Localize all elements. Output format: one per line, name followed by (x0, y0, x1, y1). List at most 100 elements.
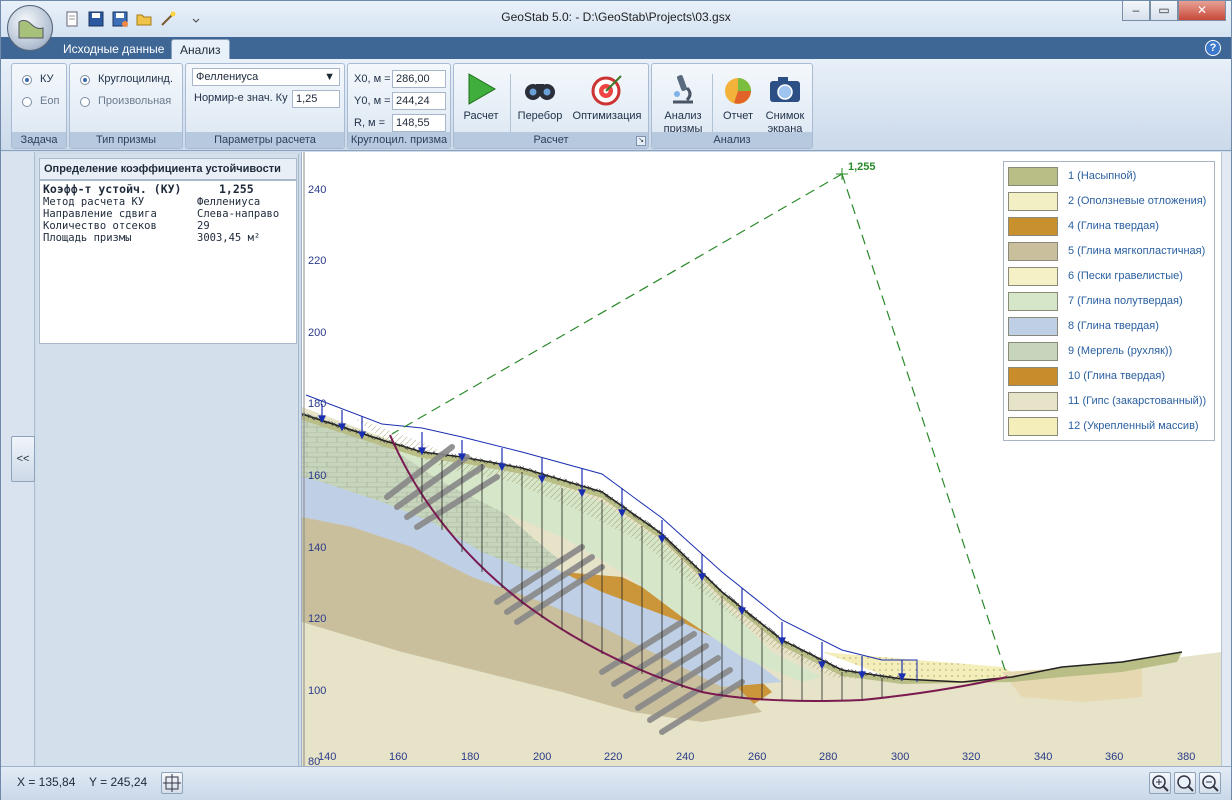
quick-access-dropdown-icon[interactable] (191, 13, 201, 31)
status-y-coordinate: Y = 245,24 (89, 775, 148, 789)
group-task: КУ Eоп Задача (11, 63, 67, 149)
dialog-launcher-icon[interactable]: ↘ (636, 136, 646, 146)
cross-section-canvas[interactable]: 1,255 240 220 200 180 160 140 120 100 80… (301, 152, 1221, 766)
x-tick-label: 280 (819, 751, 837, 763)
zoom-fit-button[interactable] (1174, 772, 1196, 794)
ribbon-tab-bar: Исходные данные Анализ ? (1, 37, 1231, 59)
prism-analysis-button[interactable]: Анализ призмы (656, 72, 710, 136)
x-tick-label: 140 (318, 751, 336, 763)
zoom-in-button[interactable] (1149, 772, 1171, 794)
radio-task-eop-label: Eоп (40, 95, 60, 107)
method-select[interactable]: Феллениуса ▼ (192, 68, 340, 86)
search-button[interactable]: Перебор (514, 72, 566, 123)
settings-wand-icon[interactable] (159, 10, 177, 28)
radio-prism-arbitrary-label: Произвольная (98, 95, 172, 107)
vertical-scrollbar[interactable] (1221, 152, 1231, 766)
new-file-icon[interactable] (63, 10, 81, 28)
legend-label: 1 (Насыпной) (1068, 170, 1137, 182)
maximize-icon: ▭ (1158, 3, 1170, 17)
info-panel: Определение коэффициента устойчивости Ко… (37, 154, 299, 766)
legend-swatch (1008, 192, 1058, 211)
x-tick-label: 180 (461, 751, 479, 763)
crosshair-icon (163, 774, 181, 792)
ribbon: КУ Eоп Задача Круглоцилинд. Произвольная… (1, 59, 1231, 151)
legend-item: 12 (Укрепленный массив) (1004, 414, 1214, 439)
radio-task-ku-label: КУ (40, 73, 54, 85)
separator (712, 74, 713, 134)
optimize-button[interactable]: Оптимизация (570, 72, 644, 123)
save-as-icon[interactable] (111, 10, 129, 28)
help-icon[interactable]: ? (1205, 40, 1221, 56)
group-prism-label: Круглоцил. призма (348, 132, 450, 148)
report-button[interactable]: Отчет (716, 72, 760, 123)
group-prism: X0, м = 286,00 Y0, м = 244,24 R, м = 148… (347, 63, 451, 149)
info-row-value: 3003,45 м² (197, 232, 261, 244)
info-row-value: Феллениуса (197, 196, 261, 208)
open-folder-icon[interactable] (135, 10, 153, 28)
radio-task-eop[interactable] (22, 97, 32, 107)
info-row-value: 29 (197, 220, 210, 232)
play-icon (468, 73, 497, 105)
legend-swatch (1008, 317, 1058, 336)
norm-value-input[interactable]: 1,25 (292, 90, 340, 108)
y-tick-label: 120 (308, 613, 326, 625)
app-menu-button[interactable] (7, 5, 53, 51)
info-row: Метод расчета КУ Феллениуса (43, 196, 296, 208)
info-row-key: Метод расчета КУ (43, 196, 145, 208)
tab-source-data[interactable]: Исходные данные (55, 39, 172, 59)
search-button-label: Перебор (517, 110, 563, 122)
legend-item: 10 (Глина твердая) (1004, 364, 1214, 389)
group-calc: Расчет Перебор Оптимизация Расчет ↘ (453, 63, 649, 149)
x-tick-label: 160 (389, 751, 407, 763)
prism-analysis-label-1: Анализ (664, 110, 702, 122)
legend-swatch (1008, 342, 1058, 361)
tab-analysis[interactable]: Анализ (171, 39, 230, 59)
info-row-key: Количество отсеков (43, 220, 157, 232)
r-input[interactable]: 148,55 (392, 114, 446, 132)
run-button[interactable]: Расчет (458, 72, 504, 123)
x0-label: X0, м = (354, 73, 391, 85)
save-icon[interactable] (87, 10, 105, 28)
y-tick-label: 180 (308, 398, 326, 410)
chevron-down-icon: ▼ (324, 71, 335, 83)
info-row-value: Слева-направо (197, 208, 280, 220)
legend: 1 (Насыпной) 2 (Оползневые отложения) 4 … (1003, 161, 1215, 441)
y0-input[interactable]: 244,24 (392, 92, 446, 110)
legend-label: 10 (Глина твердая) (1068, 370, 1166, 382)
legend-item: 2 (Оползневые отложения) (1004, 189, 1214, 214)
radio-prism-circular[interactable] (80, 75, 90, 85)
status-x-coordinate: X = 135,84 (17, 775, 76, 789)
radio-task-ku[interactable] (22, 75, 32, 85)
close-icon: ✕ (1196, 3, 1208, 17)
maximize-button[interactable]: ▭ (1150, 1, 1178, 21)
legend-item: 5 (Глина мягкопластичная) (1004, 239, 1214, 264)
x-tick-label: 320 (962, 751, 980, 763)
window-title: GeoStab 5.0: - D:\GeoStab\Projects\03.gs… (501, 10, 731, 24)
collapse-panel-button[interactable]: << (11, 436, 35, 482)
radio-prism-arbitrary[interactable] (80, 97, 90, 107)
x-tick-label: 300 (891, 751, 909, 763)
x0-input[interactable]: 286,00 (392, 70, 446, 88)
snap-grid-button[interactable] (161, 772, 183, 794)
info-header-row: Коэфф-т устойч. (КУ) 1,255 (43, 183, 296, 196)
legend-label: 7 (Глина полутвердая) (1068, 295, 1183, 307)
legend-swatch (1008, 167, 1058, 186)
minimize-button[interactable]: – (1122, 1, 1150, 21)
group-analysis: Анализ призмы Отчет Снимок экрана Анализ (651, 63, 813, 149)
legend-swatch (1008, 392, 1058, 411)
app-logo-icon (18, 19, 44, 39)
x-tick-label: 360 (1105, 751, 1123, 763)
x-tick-label: 200 (533, 751, 551, 763)
close-button[interactable]: ✕ (1178, 1, 1226, 21)
zoom-out-icon (1202, 775, 1219, 792)
info-text-box[interactable]: Коэфф-т устойч. (КУ) 1,255 Метод расчета… (39, 180, 297, 344)
legend-label: 11 (Гипс (закарстованный)) (1068, 395, 1207, 407)
legend-item: 4 (Глина твердая) (1004, 214, 1214, 239)
x-tick-label: 220 (604, 751, 622, 763)
y0-label: Y0, м = (354, 95, 391, 107)
status-bar: X = 135,84 Y = 245,24 (1, 766, 1231, 800)
legend-swatch (1008, 292, 1058, 311)
zoom-out-button[interactable] (1199, 772, 1221, 794)
snapshot-button[interactable]: Снимок экрана (760, 72, 810, 136)
legend-label: 12 (Укрепленный массив) (1068, 420, 1199, 432)
